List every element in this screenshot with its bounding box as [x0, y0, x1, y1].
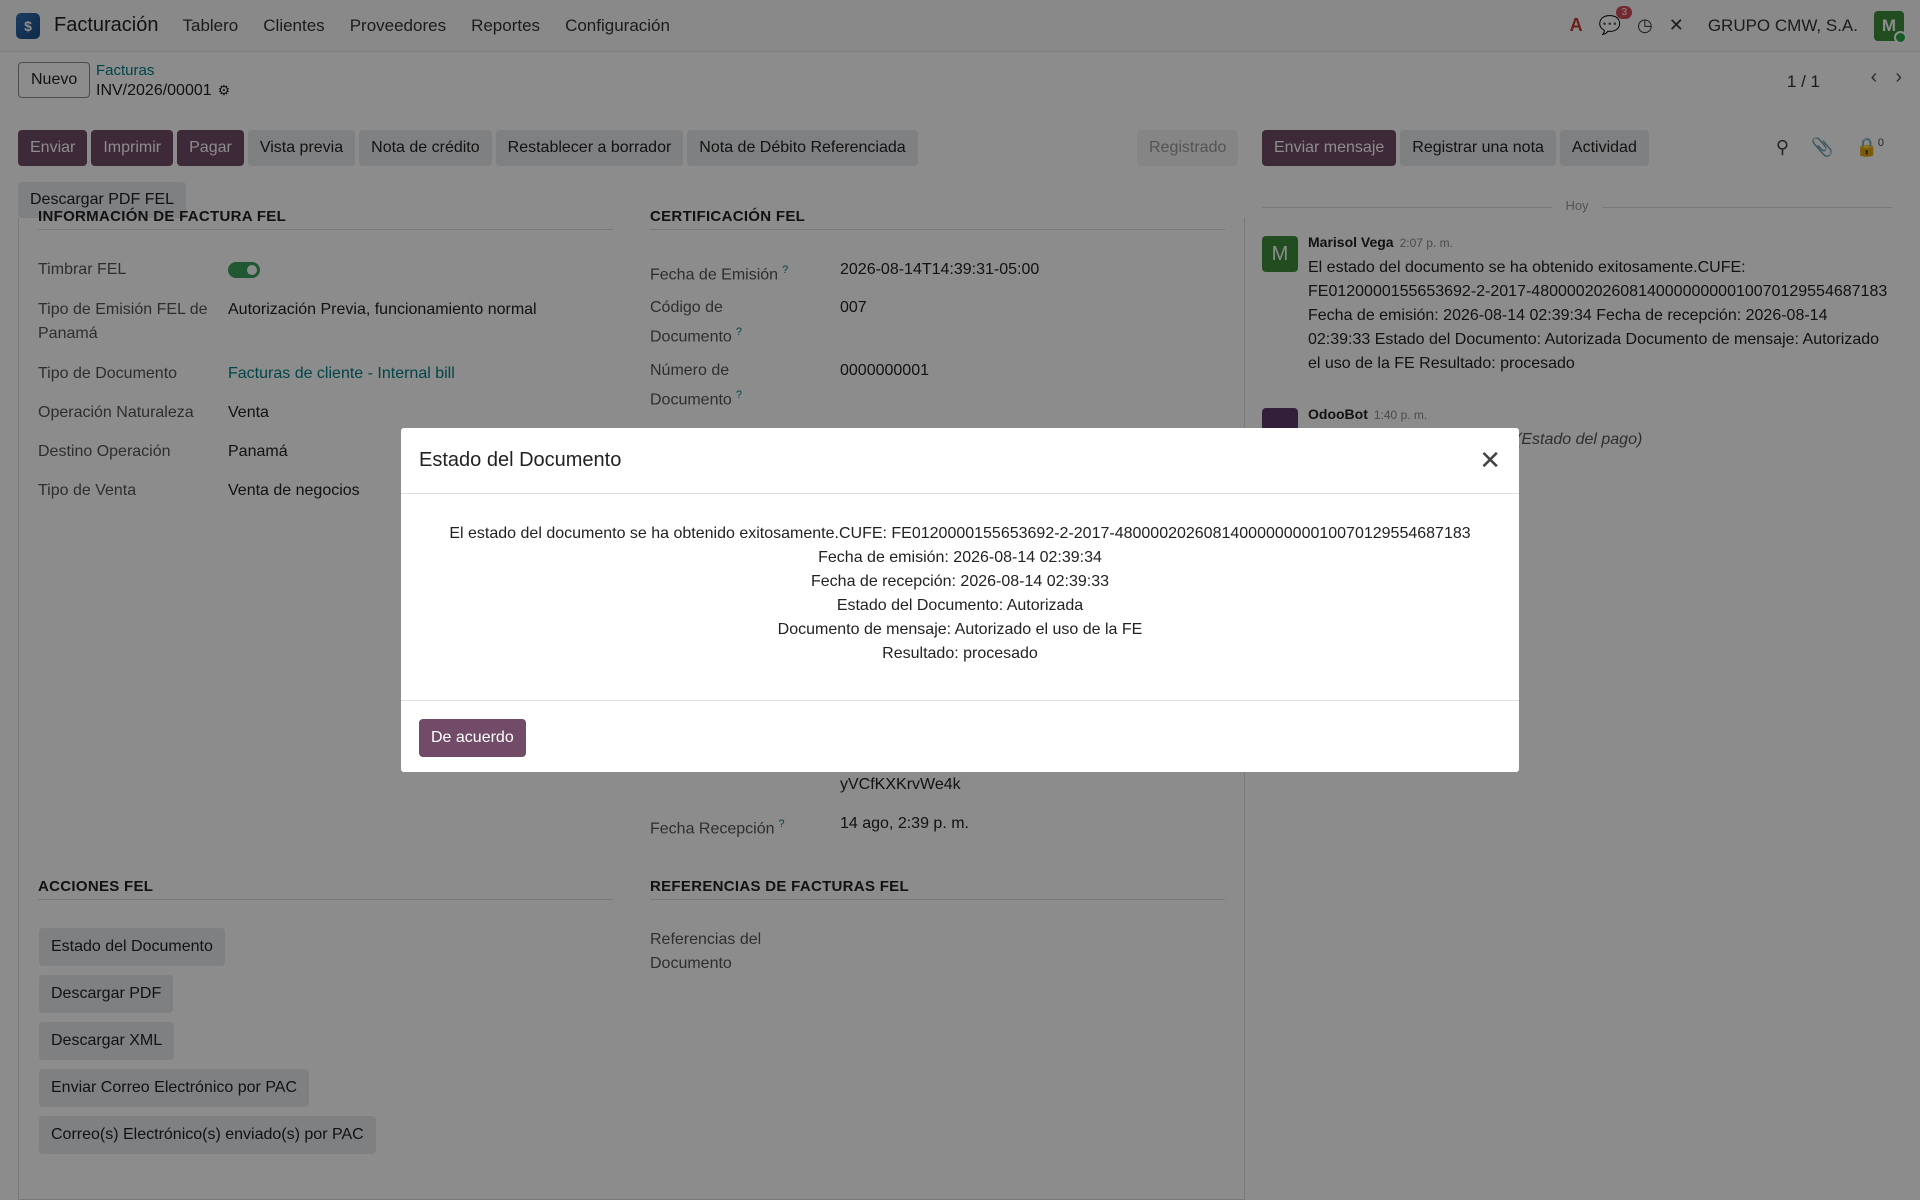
- modal-line: Documento de mensaje: Autorizado el uso …: [777, 621, 1143, 638]
- modal-body: El estado del documento se ha obtenido e…: [401, 494, 1519, 700]
- modal-line: Estado del Documento: Autorizada: [836, 597, 1084, 614]
- close-icon[interactable]: ✕: [1479, 445, 1501, 476]
- modal-line: Fecha de recepción: 2026-08-14 02:39:33: [811, 573, 1109, 590]
- modal-header: Estado del Documento ✕: [401, 428, 1519, 494]
- document-status-dialog: Estado del Documento ✕ El estado del doc…: [401, 428, 1519, 772]
- modal-line: Resultado: procesado: [882, 645, 1038, 662]
- modal-line: El estado del documento se ha obtenido e…: [449, 525, 1471, 542]
- ok-button[interactable]: De acuerdo: [419, 719, 526, 757]
- modal-line: Fecha de emisión: 2026-08-14 02:39:34: [818, 549, 1102, 566]
- modal-footer: De acuerdo: [401, 700, 1519, 772]
- modal-title: Estado del Documento: [419, 449, 622, 471]
